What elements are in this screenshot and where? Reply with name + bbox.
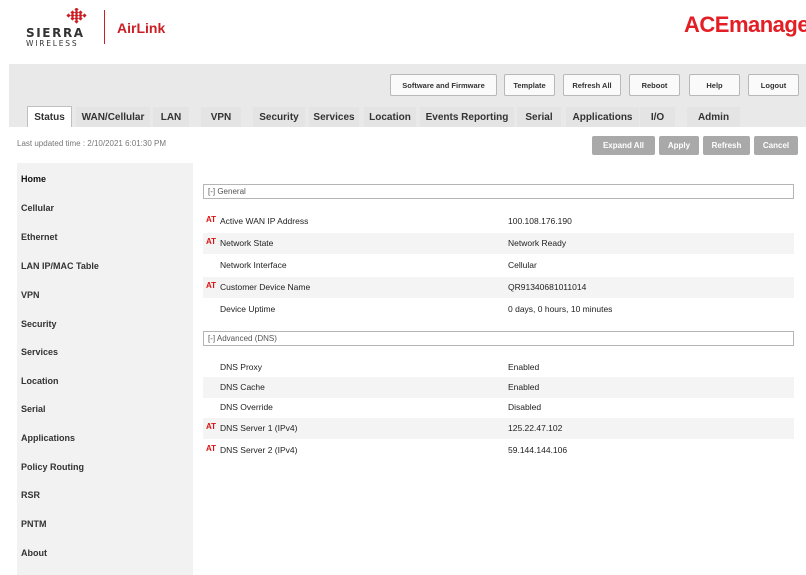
- at-command-marker: AT: [206, 215, 217, 224]
- sidebar-item-services[interactable]: Services: [21, 347, 58, 357]
- apply-button[interactable]: Apply: [659, 136, 699, 155]
- sierra-wireless-logo: SIERRA WIRELESS: [24, 8, 96, 48]
- tab-applications[interactable]: Applications: [566, 107, 639, 127]
- row-label: DNS Server 1 (IPv4): [220, 423, 298, 433]
- row-label: DNS Override: [220, 402, 273, 412]
- sidebar-item-pntm[interactable]: PNTM: [21, 519, 47, 529]
- app-header: SIERRA WIRELESS AirLink ACEmanager: [0, 0, 806, 58]
- airlink-logo: AirLink: [117, 20, 166, 36]
- tab-events-reporting[interactable]: Events Reporting: [420, 107, 514, 127]
- help-button[interactable]: Help: [689, 74, 740, 96]
- table-row: DNS Cache Enabled: [203, 377, 794, 398]
- table-row: AT DNS Server 2 (IPv4) 59.144.144.106: [203, 440, 794, 461]
- row-label: DNS Proxy: [220, 362, 263, 372]
- row-value: Cellular: [508, 260, 537, 270]
- row-label: DNS Server 2 (IPv4): [220, 445, 298, 455]
- sidebar-item-rsr[interactable]: RSR: [21, 490, 40, 500]
- template-button[interactable]: Template: [504, 74, 555, 96]
- tab-admin[interactable]: Admin: [687, 107, 740, 127]
- row-value: Network Ready: [508, 238, 567, 248]
- section-advanced-dns-header[interactable]: [-] Advanced (DNS): [203, 331, 794, 346]
- sidebar-item-lan-ip-mac-table[interactable]: LAN IP/MAC Table: [21, 261, 99, 271]
- row-label: Network Interface: [220, 260, 287, 270]
- sidebar-item-location[interactable]: Location: [21, 376, 59, 386]
- last-updated-time: Last updated time : 2/10/2021 6:01:30 PM: [17, 139, 166, 148]
- logo-divider: [104, 10, 105, 44]
- row-label: Customer Device Name: [220, 282, 311, 292]
- sidebar-item-about[interactable]: About: [21, 548, 47, 558]
- sidebar-item-security[interactable]: Security: [21, 319, 57, 329]
- row-label: Device Uptime: [220, 304, 276, 314]
- at-command-marker: AT: [206, 237, 217, 246]
- at-command-marker: AT: [206, 281, 217, 290]
- refresh-all-button[interactable]: Refresh All: [563, 74, 621, 96]
- tab-location[interactable]: Location: [364, 107, 416, 127]
- row-value: 125.22.47.102: [508, 423, 563, 433]
- table-row: AT Customer Device Name QR91340681011014: [203, 277, 794, 298]
- sidebar-item-ethernet[interactable]: Ethernet: [21, 232, 58, 242]
- table-row: AT Network State Network Ready: [203, 233, 794, 254]
- expand-all-button[interactable]: Expand All: [592, 136, 655, 155]
- sidebar-item-policy-routing[interactable]: Policy Routing: [21, 462, 84, 472]
- app-title: ACEmanager: [684, 12, 806, 37]
- sidebar-item-cellular[interactable]: Cellular: [21, 203, 54, 213]
- table-row: AT DNS Server 1 (IPv4) 125.22.47.102: [203, 418, 794, 439]
- refresh-button[interactable]: Refresh: [703, 136, 750, 155]
- row-label: DNS Cache: [220, 382, 265, 392]
- table-row: DNS Proxy Enabled: [203, 357, 794, 378]
- sidebar-item-applications[interactable]: Applications: [21, 433, 75, 443]
- sidebar-item-serial[interactable]: Serial: [21, 404, 46, 414]
- tab-wan-cellular[interactable]: WAN/Cellular: [76, 107, 150, 127]
- sidebar-item-home[interactable]: Home: [21, 174, 46, 184]
- cancel-button[interactable]: Cancel: [754, 136, 798, 155]
- section-general-header[interactable]: [-] General: [203, 184, 794, 199]
- sidebar-item-vpn[interactable]: VPN: [21, 290, 40, 300]
- logo-company-name: SIERRA: [26, 26, 85, 40]
- software-firmware-button[interactable]: Software and Firmware: [390, 74, 497, 96]
- reboot-button[interactable]: Reboot: [629, 74, 680, 96]
- at-command-marker: AT: [206, 422, 217, 431]
- sierra-diamond-icon: [66, 8, 87, 24]
- table-row: Network Interface Cellular: [203, 255, 794, 276]
- row-label: Network State: [220, 238, 274, 248]
- table-row: AT Active WAN IP Address 100.108.176.190: [203, 211, 794, 232]
- row-value: 0 days, 0 hours, 10 minutes: [508, 304, 613, 314]
- sidebar: [17, 163, 193, 575]
- logout-button[interactable]: Logout: [748, 74, 799, 96]
- row-value: Disabled: [508, 402, 542, 412]
- logo-company-subline: WIRELESS: [26, 39, 79, 48]
- tab-vpn[interactable]: VPN: [201, 107, 241, 127]
- table-row: Device Uptime 0 days, 0 hours, 10 minute…: [203, 299, 794, 320]
- tab-services[interactable]: Services: [309, 107, 359, 127]
- row-value: 100.108.176.190: [508, 216, 572, 226]
- row-value: 59.144.144.106: [508, 445, 568, 455]
- tab-io[interactable]: I/O: [640, 107, 675, 127]
- row-value: Enabled: [508, 382, 540, 392]
- tab-status[interactable]: Status: [27, 106, 72, 128]
- table-row: DNS Override Disabled: [203, 397, 794, 418]
- tab-lan[interactable]: LAN: [153, 107, 189, 127]
- at-command-marker: AT: [206, 444, 217, 453]
- row-label: Active WAN IP Address: [220, 216, 309, 226]
- tab-security[interactable]: Security: [253, 107, 305, 127]
- row-value: Enabled: [508, 362, 540, 372]
- row-value: QR91340681011014: [508, 282, 587, 292]
- tab-serial[interactable]: Serial: [517, 107, 561, 127]
